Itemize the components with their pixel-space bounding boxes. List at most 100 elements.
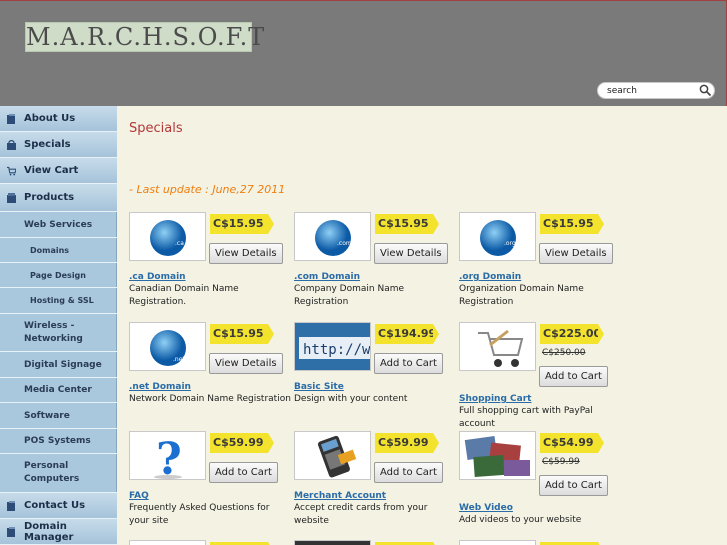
product-image-http-address[interactable]: http://ww — [294, 322, 371, 371]
svg-text:.com: .com — [337, 240, 352, 247]
svg-text:.ca: .ca — [175, 240, 184, 247]
sidebar-item-products[interactable]: Products — [0, 184, 117, 212]
product-price: C$15.95 — [375, 214, 439, 234]
sidebar-item-web-services[interactable]: Web Services — [0, 212, 117, 238]
svg-text:http://ww: http://ww — [303, 342, 371, 358]
product-price: C$15.95 — [210, 324, 274, 344]
sidebar-item-about-us[interactable]: About Us — [0, 106, 117, 132]
product-image-globe-org[interactable]: .org — [459, 212, 536, 261]
product-card: http://ww C$194.99 Add to Cart Basic Sit… — [294, 322, 459, 422]
product-image-card-terminal[interactable] — [294, 431, 371, 480]
product-image-partial[interactable] — [129, 540, 206, 545]
box-icon — [7, 192, 16, 203]
sidebar-item-label: Page Design — [30, 270, 86, 280]
product-description: Accept credit cards from your website — [294, 503, 428, 526]
product-name-link[interactable]: Basic Site — [294, 382, 344, 392]
add-to-cart-button[interactable]: Add to Cart — [374, 462, 443, 483]
sidebar-item-domain-manager[interactable]: Domain Manager — [0, 519, 117, 545]
product-price: C$54.99 — [540, 433, 604, 453]
product-card: C$59.99 Add to Cart Merchant Account Acc… — [294, 431, 459, 531]
sidebar-item-label: Domain Manager — [24, 520, 74, 543]
product-price: C$59.99 — [375, 433, 439, 453]
product-card: .org C$15.95 View Details .org Domain Or… — [459, 212, 624, 312]
sidebar-item-label: Domains — [30, 245, 70, 255]
last-update: - Last update : June,27 2011 — [129, 183, 286, 196]
add-to-cart-button[interactable]: Add to Cart — [209, 462, 278, 483]
product-name-link[interactable]: .org Domain — [459, 272, 521, 282]
product-description: Full shopping cart with PayPal account — [459, 406, 593, 429]
svg-text:.org: .org — [504, 240, 516, 247]
sidebar-item-label: POS Systems — [24, 436, 91, 446]
sidebar-item-label: Contact Us — [24, 500, 86, 511]
sidebar: About Us Specials View Cart Products Web… — [0, 106, 117, 545]
main-content: Specials - Last update : June,27 2011 .c… — [118, 106, 727, 545]
cart-icon — [7, 166, 16, 175]
product-name-link[interactable]: .com Domain — [294, 272, 360, 282]
product-description: Organization Domain Name Registration — [459, 284, 584, 307]
sidebar-item-view-cart[interactable]: View Cart — [0, 158, 117, 184]
product-card: .net C$15.95 View Details .net Domain Ne… — [129, 322, 294, 422]
sidebar-item-label: Personal Computers — [24, 461, 80, 484]
page-title: Specials — [129, 121, 183, 136]
sidebar-item-label: Media Center — [24, 385, 92, 395]
old-price: C$250.00 — [542, 348, 586, 358]
product-image-partial[interactable] — [294, 540, 371, 545]
product-image-cart[interactable] — [459, 322, 536, 371]
sidebar-item-page-design[interactable]: Page Design — [0, 263, 117, 288]
product-description: Add videos to your website — [459, 515, 582, 525]
sidebar-item-software[interactable]: Software — [0, 403, 117, 429]
product-price: C$15.95 — [210, 214, 274, 234]
sidebar-item-wireless-networking[interactable]: Wireless - Networking — [0, 314, 117, 352]
view-details-button[interactable]: View Details — [539, 243, 613, 264]
product-image-globe-com[interactable]: .com — [294, 212, 371, 261]
svg-text:.net: .net — [173, 356, 185, 363]
sidebar-item-label: Hosting & SSL — [30, 296, 94, 305]
sidebar-item-digital-signage[interactable]: Digital Signage — [0, 352, 117, 378]
bag-icon — [7, 139, 16, 150]
search-input[interactable] — [597, 82, 715, 99]
sidebar-item-media-center[interactable]: Media Center — [0, 378, 117, 403]
product-card: .ca C$15.95 View Details .ca Domain Cana… — [129, 212, 294, 312]
svg-text:?: ? — [156, 434, 182, 480]
product-price: C$194.99 — [375, 324, 439, 344]
add-to-cart-button[interactable]: Add to Cart — [539, 475, 608, 496]
product-name-link[interactable]: .net Domain — [129, 382, 191, 392]
sidebar-item-personal-computers[interactable]: Personal Computers — [0, 454, 117, 493]
product-description: Frequently Asked Questions for your site — [129, 503, 270, 526]
add-to-cart-button[interactable]: Add to Cart — [374, 353, 443, 374]
product-name-link[interactable]: Web Video — [459, 503, 513, 513]
sidebar-item-label: About Us — [24, 113, 76, 124]
sidebar-item-hosting-ssl[interactable]: Hosting & SSL — [0, 288, 117, 314]
sidebar-item-label: Software — [24, 410, 70, 421]
logo[interactable]: M.A.R.C.H.S.O.F.T — [25, 22, 264, 52]
product-price: C$59.99 — [210, 433, 274, 453]
product-description: Design with your content — [294, 394, 408, 404]
product-name-link[interactable]: FAQ — [129, 491, 149, 501]
product-description: Company Domain Name Registration — [294, 284, 405, 307]
sidebar-item-label: Products — [24, 192, 75, 203]
sidebar-item-pos-systems[interactable]: POS Systems — [0, 429, 117, 454]
sidebar-item-label: Web Services — [24, 219, 93, 230]
book-icon — [7, 500, 15, 511]
product-name-link[interactable]: Merchant Account — [294, 491, 386, 501]
product-name-link[interactable]: Shopping Cart — [459, 394, 531, 404]
add-to-cart-button[interactable]: Add to Cart — [539, 366, 608, 387]
product-name-link[interactable]: .ca Domain — [129, 272, 186, 282]
product-image-globe-ca[interactable]: .ca — [129, 212, 206, 261]
product-price: C$225.00 — [540, 324, 604, 344]
product-image-globe-net[interactable]: .net — [129, 322, 206, 371]
sidebar-item-label: View Cart — [24, 165, 79, 176]
product-card: .com C$15.95 View Details .com Domain Co… — [294, 212, 459, 312]
view-details-button[interactable]: View Details — [209, 243, 283, 264]
product-image-video-collage[interactable] — [459, 431, 536, 480]
sidebar-item-domains[interactable]: Domains — [0, 238, 117, 263]
view-details-button[interactable]: View Details — [374, 243, 448, 264]
sidebar-item-specials[interactable]: Specials — [0, 132, 117, 158]
product-image-partial[interactable] — [459, 540, 536, 545]
book-icon — [7, 526, 15, 537]
sidebar-item-contact-us[interactable]: Contact Us — [0, 493, 117, 519]
view-details-button[interactable]: View Details — [209, 353, 283, 374]
search-icon[interactable] — [699, 84, 712, 97]
product-image-question-mark[interactable]: ? — [129, 431, 206, 480]
old-price: C$59.99 — [542, 457, 580, 467]
